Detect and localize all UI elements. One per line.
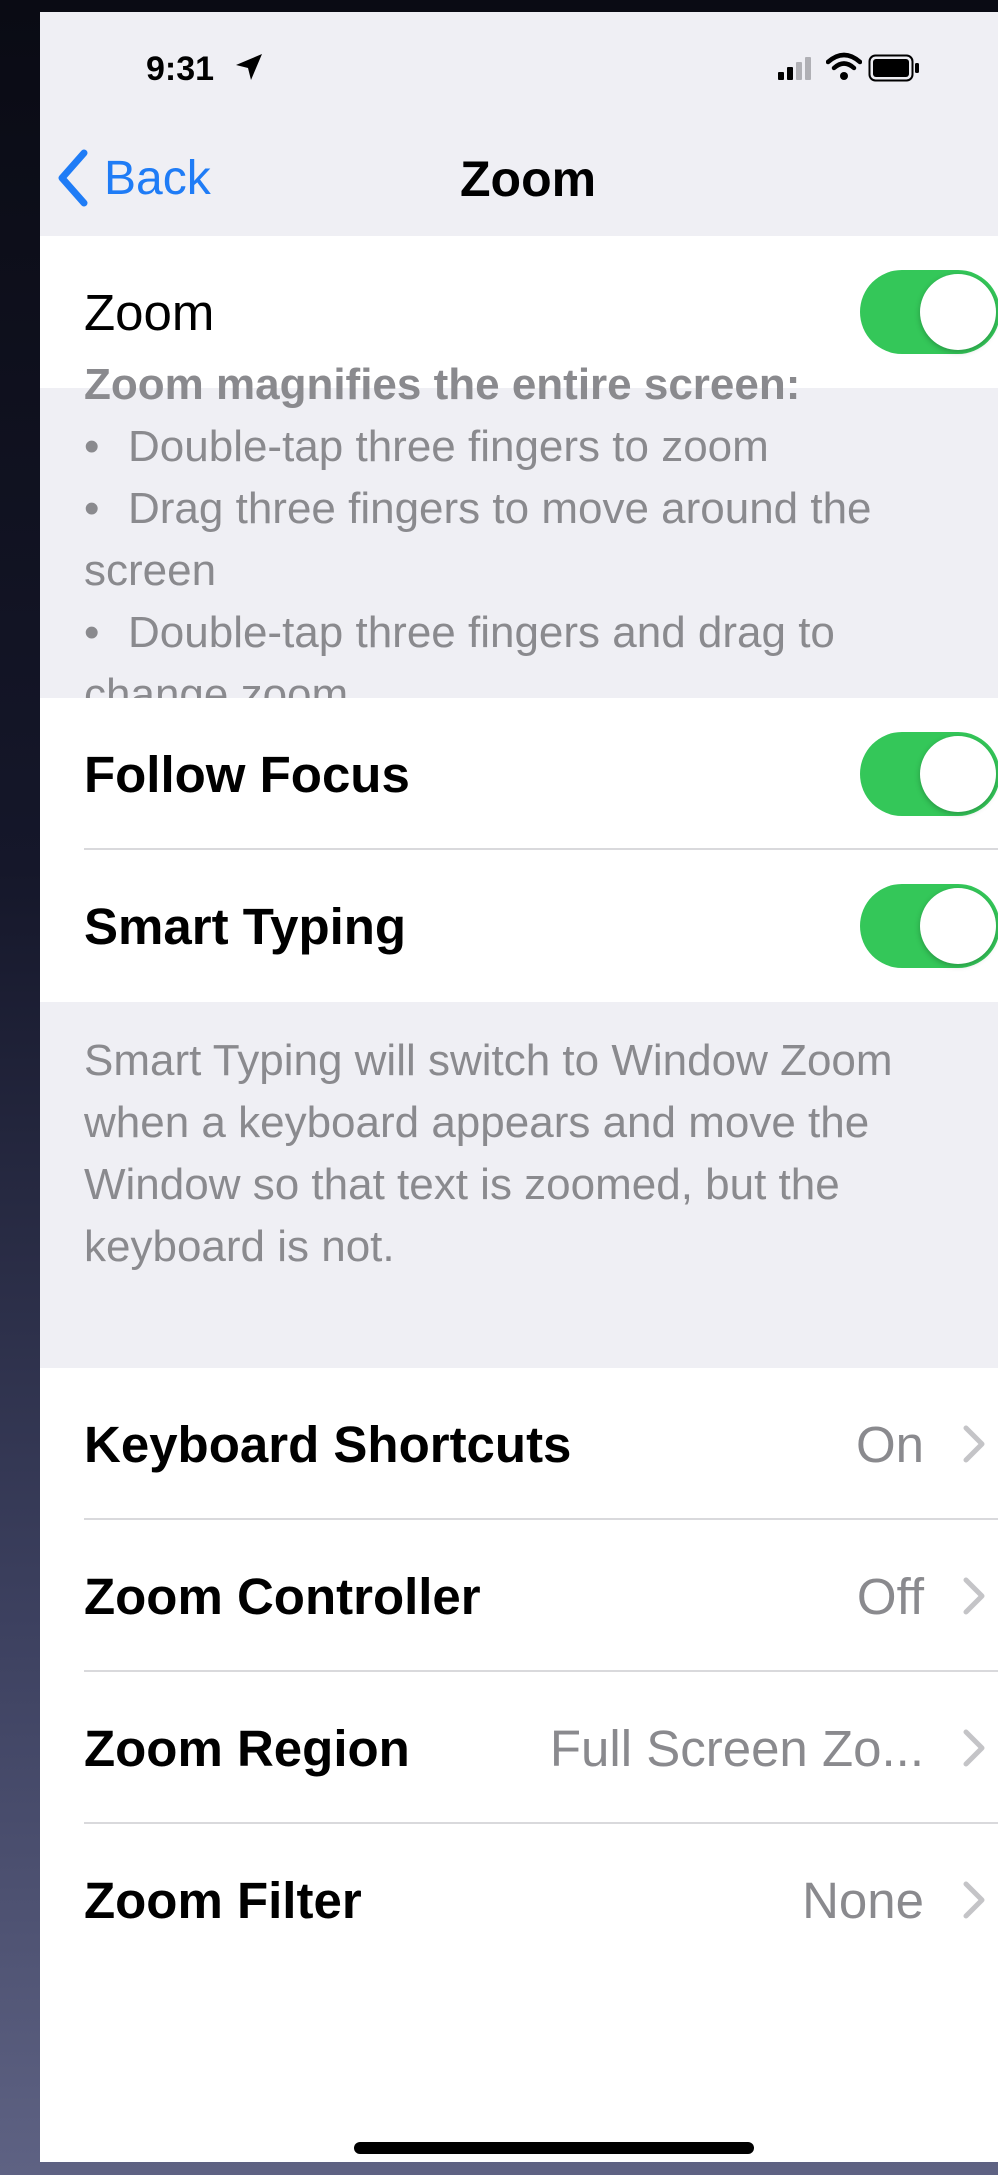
toggle-knob (920, 736, 996, 812)
chevron-right-icon (963, 1577, 985, 1615)
option-label: Keyboard Shortcuts (84, 1415, 572, 1473)
follow-focus-toggle[interactable] (860, 732, 998, 816)
chevron-right-icon (963, 1425, 985, 1463)
option-value: On (855, 1415, 924, 1473)
focus-group: Follow Focus Smart Typing (40, 698, 998, 1002)
zoom-footer-heading: Zoom magnifies the entire screen: (84, 360, 801, 409)
smart-typing-toggle[interactable] (860, 884, 998, 968)
cellular-signal-icon (778, 57, 811, 80)
zoom-footer-bullet: • Double-tap three fingers to zoom (84, 416, 984, 478)
settings-screen: 9:31 Back Zoom Zoom Zoom magnifies the e… (40, 12, 998, 2162)
navigation-bar: Back Zoom (40, 122, 998, 222)
back-button-label: Back (104, 151, 211, 205)
option-row-keyboard-shortcuts[interactable]: Keyboard Shortcuts On (40, 1368, 998, 1520)
option-row-zoom-controller[interactable]: Zoom Controller Off (40, 1520, 998, 1672)
bullet-icon: • (84, 608, 100, 657)
status-time: 9:31 (146, 50, 215, 88)
smart-typing-footer-text: Smart Typing will switch to Window Zoom … (84, 1036, 893, 1271)
option-value: Full Screen Zo... (549, 1719, 924, 1777)
bullet-icon: • (84, 422, 100, 471)
option-value: None (802, 1871, 924, 1929)
follow-focus-label: Follow Focus (84, 745, 410, 803)
zoom-toggle[interactable] (860, 270, 998, 354)
zoom-footer-bullet: • Drag three fingers to move around the s… (84, 478, 984, 602)
chevron-right-icon (963, 1881, 985, 1919)
option-label: Zoom Filter (84, 1871, 362, 1929)
option-row-zoom-region[interactable]: Zoom Region Full Screen Zo... (40, 1672, 998, 1824)
status-bar: 9:31 (40, 12, 998, 122)
toggle-knob (920, 888, 996, 964)
smart-typing-row: Smart Typing (40, 850, 998, 1002)
back-button[interactable]: Back (56, 148, 211, 208)
option-label: Zoom Controller (84, 1567, 481, 1625)
options-group: Keyboard Shortcuts On Zoom Controller Of… (40, 1368, 998, 2162)
smart-typing-label: Smart Typing (84, 897, 407, 955)
chevron-left-icon (58, 149, 88, 207)
bullet-icon: • (84, 484, 100, 533)
page-title: Zoom (460, 151, 597, 207)
option-value: Off (856, 1567, 924, 1625)
smart-typing-footer: Smart Typing will switch to Window Zoom … (84, 1030, 984, 1278)
toggle-knob (920, 274, 996, 350)
wifi-icon (826, 52, 862, 80)
option-label: Zoom Region (84, 1719, 410, 1777)
chevron-right-icon (963, 1729, 985, 1767)
battery-icon (868, 54, 919, 82)
location-arrow-icon (236, 54, 262, 80)
zoom-footer: Zoom magnifies the entire screen: • Doubl… (84, 354, 984, 726)
home-indicator[interactable] (354, 2142, 754, 2154)
zoom-row-label: Zoom (84, 283, 215, 341)
follow-focus-row: Follow Focus (40, 698, 998, 850)
option-row-zoom-filter[interactable]: Zoom Filter None (40, 1824, 998, 1976)
